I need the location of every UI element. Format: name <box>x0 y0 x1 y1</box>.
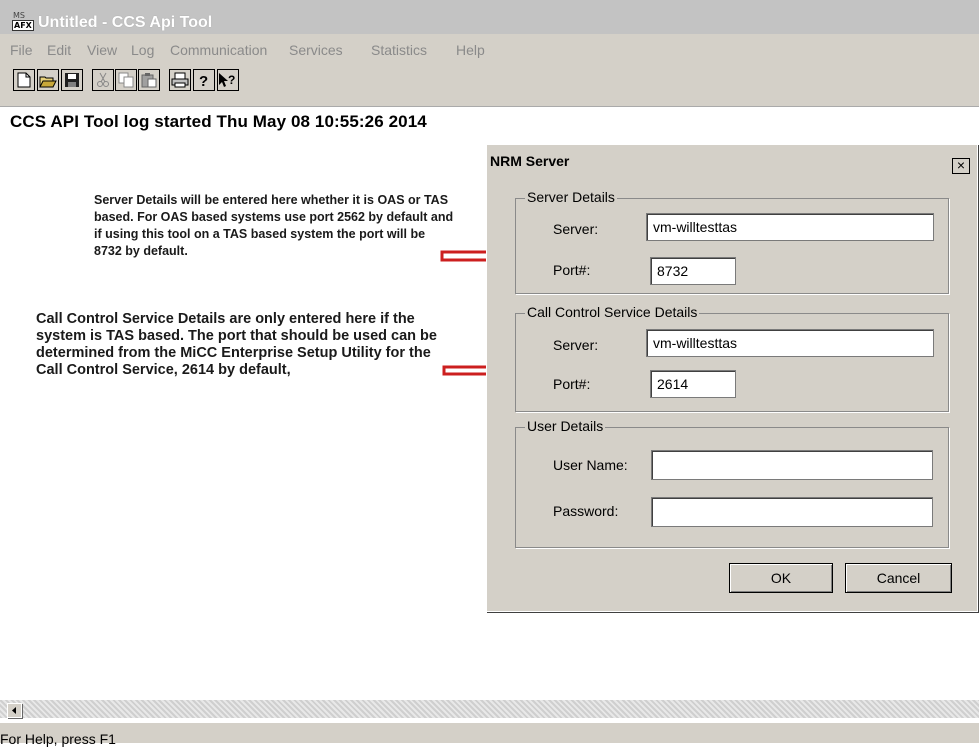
password-input[interactable] <box>651 497 933 527</box>
password-label: Password: <box>553 503 619 519</box>
chevron-left-icon <box>12 707 16 714</box>
port-input[interactable]: 8732 <box>650 257 736 285</box>
server-input[interactable]: vm-willtesttas <box>646 213 934 241</box>
dialog-title: NRM Server <box>490 153 570 169</box>
cancel-button[interactable]: Cancel <box>845 563 952 593</box>
user-details-group <box>515 427 949 548</box>
close-icon[interactable]: × <box>952 158 970 174</box>
username-input[interactable] <box>651 450 933 480</box>
cc-server-label: Server: <box>553 337 599 353</box>
status-bar <box>0 723 979 743</box>
username-label: User Name: <box>553 457 628 473</box>
cc-port-input[interactable]: 2614 <box>650 370 736 398</box>
port-label: Port#: <box>553 262 591 278</box>
cc-port-label: Port#: <box>553 376 591 392</box>
cc-server-input[interactable]: vm-willtesttas <box>646 329 934 357</box>
scroll-left-button[interactable] <box>7 703 22 718</box>
ok-button[interactable]: OK <box>729 563 833 593</box>
server-label: Server: <box>553 221 599 237</box>
user-details-legend: User Details <box>525 418 606 434</box>
server-details-legend: Server Details <box>525 189 617 205</box>
status-text: For Help, press F1 <box>0 731 116 747</box>
horizontal-scrollbar[interactable] <box>0 700 979 718</box>
call-control-legend: Call Control Service Details <box>525 304 700 320</box>
